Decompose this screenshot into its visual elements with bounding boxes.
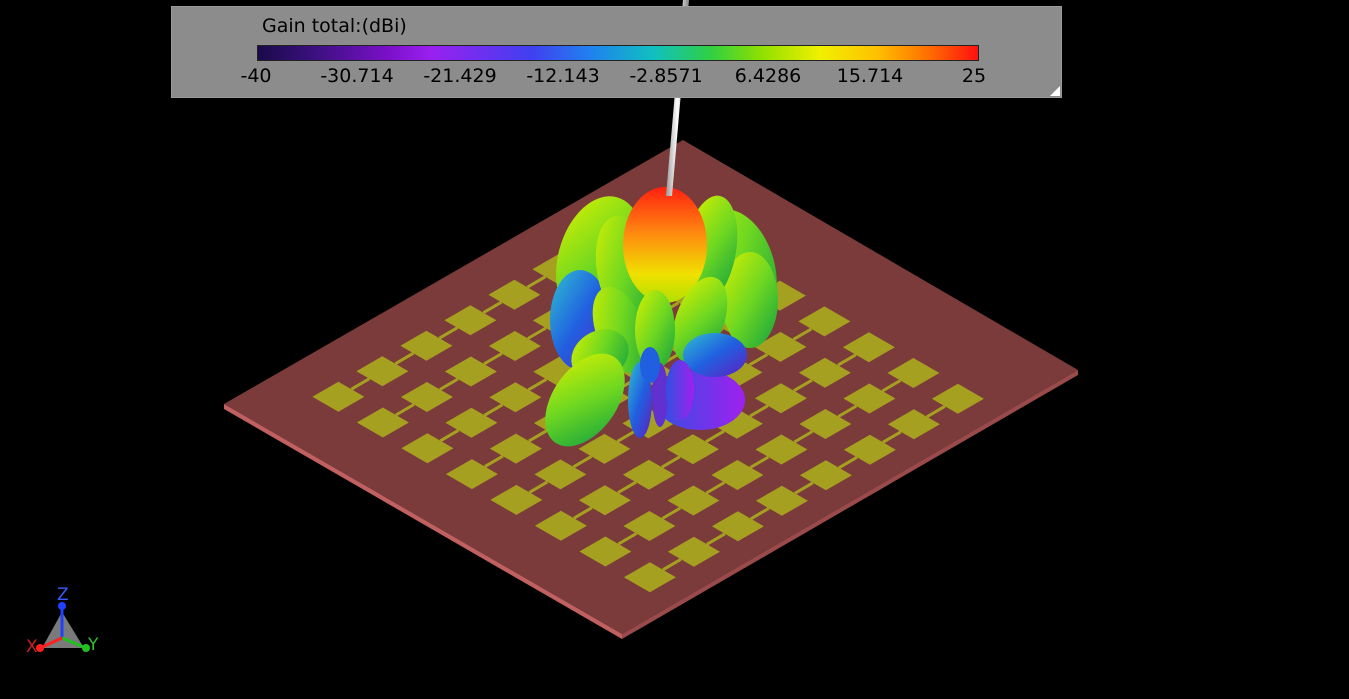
- axis-y-label: Y: [87, 635, 99, 655]
- legend-tick-label: -40: [240, 65, 272, 87]
- axis-x-label: X: [26, 637, 38, 657]
- legend-tick-label: 25: [961, 65, 987, 87]
- legend-tick-label: 6.4286: [734, 65, 802, 87]
- axis-triad: Z Y X: [26, 585, 99, 657]
- axis-z-label: Z: [57, 585, 69, 605]
- color-scale-bar: [257, 45, 979, 61]
- legend-tick-label: -12.143: [526, 65, 600, 87]
- legend-tick-label: 15.714: [836, 65, 904, 87]
- legend-tick-label: -30.714: [320, 65, 394, 87]
- legend-title: Gain total:(dBi): [262, 15, 407, 37]
- gain-legend[interactable]: Gain total:(dBi) -40 -30.714 -21.429 -12.14…: [171, 6, 1062, 98]
- antenna-3d-view[interactable]: Z Y X: [0, 0, 1349, 699]
- resize-handle-icon[interactable]: [1050, 86, 1060, 96]
- legend-tick-label: -2.8571: [629, 65, 703, 87]
- legend-tick-label: -21.429: [423, 65, 497, 87]
